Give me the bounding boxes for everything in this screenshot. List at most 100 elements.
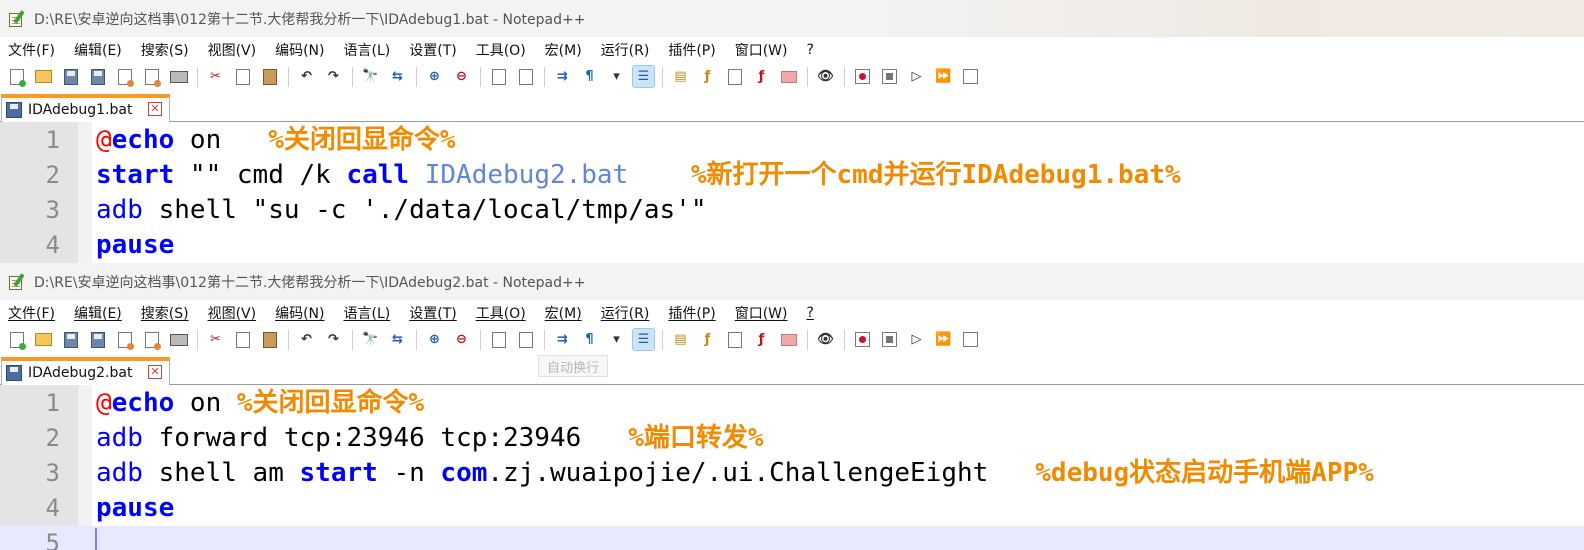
tab-close-icon[interactable]: ✕: [148, 102, 162, 116]
code-line[interactable]: 1 @echo on %关闭回显命令%: [0, 386, 1584, 421]
monitoring-icon[interactable]: [778, 329, 799, 350]
tab-idadebug1[interactable]: IDAdebug1.bat ✕: [1, 94, 170, 122]
menu-search[interactable]: 搜索(S): [141, 303, 189, 323]
open-folder-icon[interactable]: [33, 329, 54, 350]
dropdown-arrow-icon[interactable]: ▾: [606, 66, 627, 87]
sync-horizontal-icon[interactable]: [515, 66, 536, 87]
editor-area[interactable]: 1 @echo on %关闭回显命令% 2 adb forward tcp:23946…: [0, 385, 1584, 550]
function-list-icon[interactable]: ƒ: [697, 329, 718, 350]
close-all-icon[interactable]: [141, 66, 162, 87]
new-file-icon[interactable]: [6, 329, 27, 350]
menu-macro[interactable]: 宏(M): [545, 40, 582, 60]
menu-settings[interactable]: 设置(T): [409, 40, 456, 60]
menu-tools[interactable]: 工具(O): [476, 40, 526, 60]
paste-icon[interactable]: [259, 66, 280, 87]
sync-vertical-icon[interactable]: [488, 329, 509, 350]
menu-file[interactable]: 文件(F): [8, 40, 55, 60]
new-file-icon[interactable]: [6, 66, 27, 87]
menu-window[interactable]: 窗口(W): [735, 303, 788, 323]
sync-horizontal-icon[interactable]: [515, 329, 536, 350]
document-map-icon[interactable]: ▤: [670, 329, 691, 350]
word-wrap-icon[interactable]: ⇉: [552, 329, 573, 350]
menu-encoding[interactable]: 编码(N): [275, 40, 324, 60]
stop-macro-icon[interactable]: [879, 66, 900, 87]
redo-icon[interactable]: ↷: [323, 66, 344, 87]
run-macro-multiple-icon[interactable]: ⏩: [933, 66, 954, 87]
menu-plugins[interactable]: 插件(P): [668, 40, 715, 60]
menu-view[interactable]: 视图(V): [208, 40, 257, 60]
close-all-icon[interactable]: [141, 329, 162, 350]
menu-plugins[interactable]: 插件(P): [668, 303, 715, 323]
menu-edit[interactable]: 编辑(E): [74, 40, 122, 60]
dropdown-arrow-icon[interactable]: ▾: [606, 329, 627, 350]
copy-icon[interactable]: [232, 66, 253, 87]
code-line[interactable]: 4 pause: [0, 491, 1584, 526]
code-line[interactable]: 3 adb shell am start -n com.zj.wuaipojie/…: [0, 456, 1584, 491]
code-line[interactable]: 4 pause: [0, 228, 1584, 263]
show-all-chars-icon[interactable]: ¶: [579, 329, 600, 350]
find-icon[interactable]: 🔭: [360, 329, 381, 350]
cut-icon[interactable]: ✂: [205, 329, 226, 350]
title-bar[interactable]: D:\RE\安卓逆向这档事\012第十二节.大佬帮我分析一下\IDAdebug2…: [0, 263, 1584, 300]
spy-icon[interactable]: 👁: [815, 329, 836, 350]
folder-workspace-icon[interactable]: ƒ: [751, 66, 772, 87]
open-folder-icon[interactable]: [33, 66, 54, 87]
document-map-icon[interactable]: ▤: [670, 66, 691, 87]
play-macro-icon[interactable]: ▷: [906, 66, 927, 87]
show-all-chars-icon[interactable]: ¶: [579, 66, 600, 87]
save-macro-icon[interactable]: [960, 66, 981, 87]
indent-guide-icon[interactable]: ☰: [632, 65, 655, 88]
save-macro-icon[interactable]: [960, 329, 981, 350]
record-macro-icon[interactable]: [852, 329, 873, 350]
folder-workspace-icon[interactable]: ƒ: [751, 329, 772, 350]
code-line[interactable]: 3 adb shell "su -c './data/local/tmp/as'": [0, 193, 1584, 228]
run-macro-multiple-icon[interactable]: ⏩: [933, 329, 954, 350]
document-list-icon[interactable]: [724, 66, 745, 87]
menu-tools[interactable]: 工具(O): [476, 303, 526, 323]
undo-icon[interactable]: ↶: [296, 66, 317, 87]
menu-window[interactable]: 窗口(W): [735, 40, 788, 60]
close-icon[interactable]: [114, 329, 135, 350]
code-line[interactable]: 1 @echo on %关闭回显命令%: [0, 123, 1584, 158]
save-icon[interactable]: [60, 329, 81, 350]
play-macro-icon[interactable]: ▷: [906, 329, 927, 350]
copy-icon[interactable]: [232, 329, 253, 350]
stop-macro-icon[interactable]: [879, 329, 900, 350]
title-bar[interactable]: D:\RE\安卓逆向这档事\012第十二节.大佬帮我分析一下\IDAdebug1…: [0, 0, 1584, 37]
save-all-icon[interactable]: [87, 66, 108, 87]
menu-search[interactable]: 搜索(S): [141, 40, 189, 60]
zoom-in-icon[interactable]: ⊕: [424, 329, 445, 350]
indent-guide-icon[interactable]: ☰: [632, 328, 655, 351]
print-icon[interactable]: [168, 329, 189, 350]
menu-language[interactable]: 语言(L): [344, 303, 391, 323]
replace-icon[interactable]: ⇆: [387, 66, 408, 87]
redo-icon[interactable]: ↷: [323, 329, 344, 350]
record-macro-icon[interactable]: [852, 66, 873, 87]
save-icon[interactable]: [60, 66, 81, 87]
monitoring-icon[interactable]: [778, 66, 799, 87]
find-icon[interactable]: 🔭: [360, 66, 381, 87]
undo-icon[interactable]: ↶: [296, 329, 317, 350]
menu-run[interactable]: 运行(R): [601, 303, 650, 323]
menu-help[interactable]: ?: [807, 305, 814, 321]
spy-icon[interactable]: 👁: [815, 66, 836, 87]
menu-help[interactable]: ?: [807, 42, 814, 58]
menu-language[interactable]: 语言(L): [344, 40, 391, 60]
menu-macro[interactable]: 宏(M): [545, 303, 582, 323]
word-wrap-icon[interactable]: ⇉: [552, 66, 573, 87]
zoom-out-icon[interactable]: ⊖: [451, 329, 472, 350]
cut-icon[interactable]: ✂: [205, 66, 226, 87]
code-line[interactable]: 5: [0, 526, 1584, 550]
paste-icon[interactable]: [259, 329, 280, 350]
save-all-icon[interactable]: [87, 329, 108, 350]
sync-vertical-icon[interactable]: [488, 66, 509, 87]
menu-edit[interactable]: 编辑(E): [74, 303, 122, 323]
code-line[interactable]: 2 adb forward tcp:23946 tcp:23946 %端口转发%: [0, 421, 1584, 456]
close-icon[interactable]: [114, 66, 135, 87]
menu-file[interactable]: 文件(F): [8, 303, 55, 323]
replace-icon[interactable]: ⇆: [387, 329, 408, 350]
zoom-in-icon[interactable]: ⊕: [424, 66, 445, 87]
code-line[interactable]: 2 start "" cmd /k call IDAdebug2.bat %新打开…: [0, 158, 1584, 193]
zoom-out-icon[interactable]: ⊖: [451, 66, 472, 87]
editor-area[interactable]: 1 @echo on %关闭回显命令% 2 start "" cmd /k call …: [0, 122, 1584, 263]
